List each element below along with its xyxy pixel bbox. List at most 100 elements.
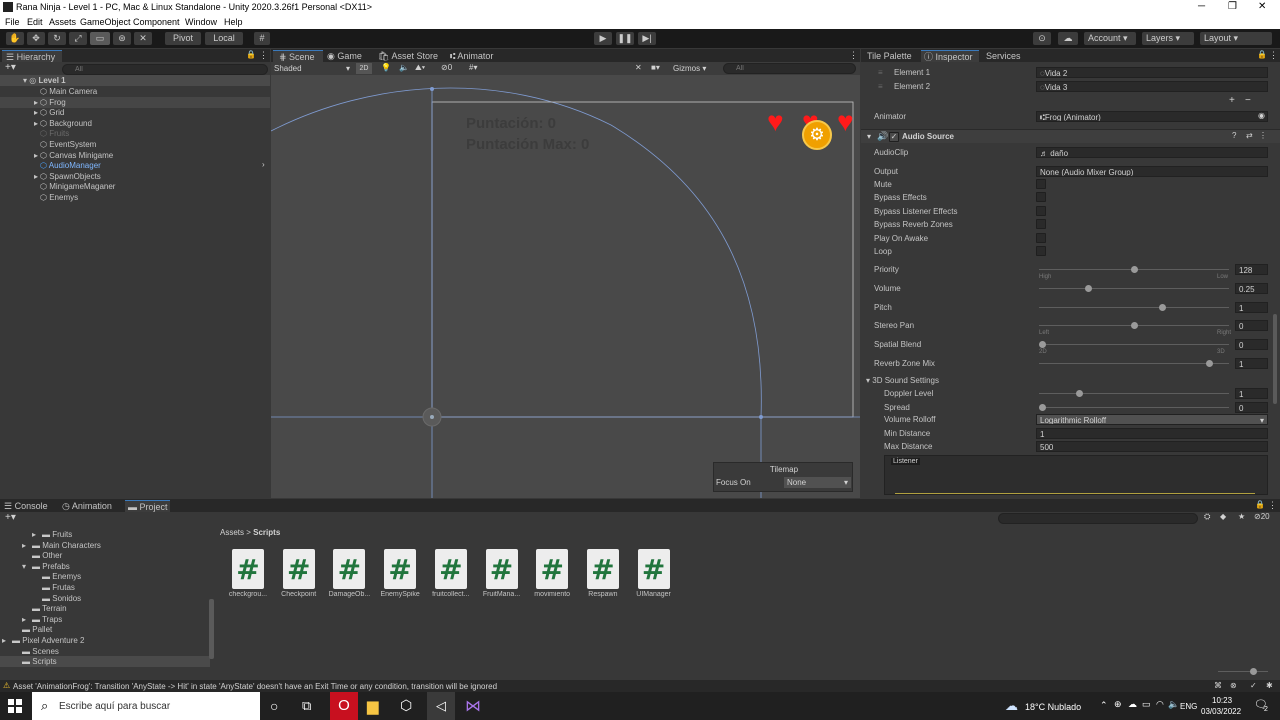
slider-track[interactable] <box>1039 344 1229 345</box>
build-icon[interactable]: ⌘ <box>1214 681 1222 690</box>
hierarchy-item[interactable]: ⬡ AudioManager <box>0 160 270 171</box>
visibility-icon[interactable]: ⊘0 <box>441 63 452 72</box>
hierarchy-item[interactable]: ▸ ⬡ Canvas Minigame <box>0 150 270 161</box>
scale-tool-icon[interactable]: ⤢ <box>69 32 87 45</box>
element-field[interactable]: ◌Vida 2 <box>1036 67 1268 78</box>
toggle-checkbox[interactable] <box>1036 232 1046 243</box>
add-icon[interactable]: +▾ <box>5 62 16 73</box>
tab-console[interactable]: ☰ Console <box>4 500 54 512</box>
camera-icon[interactable]: ■▾ <box>651 63 660 72</box>
breadcrumb-scripts[interactable]: Scripts <box>253 528 280 537</box>
project-tree-item[interactable]: ▬ Scripts <box>0 656 210 668</box>
tab-scene[interactable]: ⋕ Scene <box>273 50 323 62</box>
add-icon[interactable]: +▾ <box>5 512 16 523</box>
account-dropdown[interactable]: Account ▾ <box>1084 32 1136 45</box>
filter-label-icon[interactable]: ◆ <box>1220 512 1226 521</box>
tab-asset-store[interactable]: 🛍 Asset Store <box>378 50 450 62</box>
slider-knob[interactable] <box>1085 285 1092 292</box>
audio-icon[interactable]: 🔈 <box>399 63 409 72</box>
component-header[interactable]: ▾ 🔊 ✓ Audio Source ? ⇄ ⋮ <box>861 129 1280 143</box>
zoom-slider[interactable] <box>1218 671 1268 672</box>
lock-icon[interactable]: 🔒 <box>246 50 256 59</box>
project-tree-item[interactable]: ▬ Enemys <box>0 571 210 582</box>
kebab-menu-icon[interactable]: ⋮ <box>849 50 858 61</box>
help-icon[interactable]: ? <box>1232 131 1236 140</box>
menu-help[interactable]: Help <box>224 17 243 27</box>
menu-file[interactable]: File <box>5 17 20 27</box>
kebab-menu-icon[interactable]: ⋮ <box>1268 500 1277 511</box>
rect-tool-icon[interactable]: ▭ <box>90 32 110 45</box>
collab-status-icon[interactable]: ⊗ <box>1230 681 1237 690</box>
project-tree-item[interactable]: ▾ ▬ Prefabs <box>0 561 210 572</box>
kebab-menu-icon[interactable]: ⋮ <box>1259 131 1267 140</box>
focus-on-dropdown[interactable]: None ▾ <box>784 477 851 488</box>
zoom-slider-knob[interactable] <box>1250 668 1257 675</box>
custom-tool-icon[interactable]: ✕ <box>134 32 152 45</box>
slider-track[interactable] <box>1039 307 1229 308</box>
script-label[interactable]: checkgrou... <box>223 591 273 598</box>
csharp-script-icon[interactable]: # <box>232 549 264 589</box>
script-label[interactable]: movimiento <box>527 591 577 598</box>
kebab-menu-icon[interactable]: ⋮ <box>259 50 268 61</box>
slider-knob[interactable] <box>1039 341 1046 348</box>
tools-icon[interactable]: ✕ <box>635 63 642 72</box>
drag-handle-icon[interactable]: ≡ <box>878 82 883 91</box>
csharp-script-icon[interactable]: # <box>434 549 467 589</box>
status-message[interactable]: Asset 'AnimationFrog': Transition 'AnySt… <box>13 682 497 691</box>
project-tree-item[interactable]: ▬ Other <box>0 550 210 561</box>
project-tree-item[interactable]: ▸ ▬ Traps <box>0 614 210 625</box>
pivot-button[interactable]: Pivot <box>165 32 201 45</box>
add-element-button[interactable]: + <box>1229 95 1241 106</box>
kebab-menu-icon[interactable]: ⋮ <box>1269 50 1278 61</box>
tab-animator[interactable]: ⑆ Animator <box>450 50 510 62</box>
project-tree-item[interactable]: ▬ Pallet <box>0 624 210 635</box>
filter-type-icon[interactable]: ⛭ <box>1204 512 1210 522</box>
debug-icon[interactable]: ✱ <box>1266 681 1273 690</box>
layers-dropdown[interactable]: Layers ▾ <box>1142 32 1194 45</box>
battery-icon[interactable]: ▭ <box>1142 699 1151 710</box>
slider-value-field[interactable]: 0 <box>1235 401 1268 413</box>
hierarchy-item[interactable]: ▸ ⬡ Frog <box>0 96 270 108</box>
target-icon[interactable]: ◉ <box>1258 111 1265 120</box>
animator-field[interactable]: ⑆Frog (Animator) <box>1036 111 1268 122</box>
lock-icon[interactable]: 🔒 <box>1255 500 1265 509</box>
slider-track[interactable] <box>1039 288 1229 289</box>
toggle-checkbox[interactable] <box>1036 179 1046 189</box>
drag-handle-icon[interactable]: ≡ <box>878 68 883 77</box>
toggle-checkbox[interactable] <box>1036 205 1046 216</box>
slider-value-field[interactable]: 0 <box>1235 339 1268 350</box>
transform-tool-icon[interactable]: ⊛ <box>113 32 131 45</box>
favorite-icon[interactable]: ★ <box>1238 512 1245 521</box>
step-button[interactable]: ▶| <box>638 32 656 45</box>
shading-dropdown[interactable]: Shaded ▾ <box>274 63 352 74</box>
slider-value-field[interactable]: 128 <box>1235 264 1268 275</box>
tab-hierarchy[interactable]: ☰ Hierarchy <box>2 50 62 62</box>
csharp-script-icon[interactable]: # <box>384 549 417 589</box>
hierarchy-item[interactable]: ▸ ⬡ Grid <box>0 107 270 118</box>
slider-value-field[interactable]: 0 <box>1235 320 1268 331</box>
hierarchy-item[interactable]: ⬡ Main Camera <box>0 86 270 97</box>
language-indicator[interactable]: ENG <box>1180 702 1197 711</box>
foldout-arrow-icon[interactable]: ▸ <box>34 97 38 108</box>
toggle-checkbox[interactable] <box>1036 219 1046 230</box>
csharp-script-icon[interactable]: # <box>485 549 518 589</box>
hand-tool-icon[interactable]: ✋ <box>6 32 24 45</box>
hierarchy-item[interactable]: ⬡ Fruits <box>0 128 270 139</box>
csharp-script-icon[interactable]: # <box>333 549 366 589</box>
project-search-input[interactable] <box>998 513 1198 524</box>
unity-editor-icon[interactable]: ◁ <box>427 692 455 720</box>
scene-row[interactable]: ▾ ◎ Level 1 <box>0 75 270 86</box>
cloud-icon[interactable]: ☁ <box>1058 32 1078 45</box>
foldout-arrow-icon[interactable]: ▸ <box>34 118 38 129</box>
grid-snap-icon[interactable]: # <box>254 32 270 45</box>
element-field[interactable]: ◌Vida 3 <box>1036 80 1268 92</box>
foldout-arrow-icon[interactable]: ▸ <box>34 171 38 182</box>
local-button[interactable]: Local <box>205 32 243 45</box>
foldout-arrow-icon[interactable]: ▸ <box>22 614 26 625</box>
tree-scrollbar[interactable] <box>209 599 214 659</box>
script-label[interactable]: FruitMana... <box>477 591 527 598</box>
csharp-script-icon[interactable]: # <box>282 549 315 589</box>
meet-icon[interactable]: ⊕ <box>1114 699 1122 710</box>
slider-knob[interactable] <box>1075 390 1083 397</box>
script-label[interactable]: EnemySpike <box>375 591 425 598</box>
